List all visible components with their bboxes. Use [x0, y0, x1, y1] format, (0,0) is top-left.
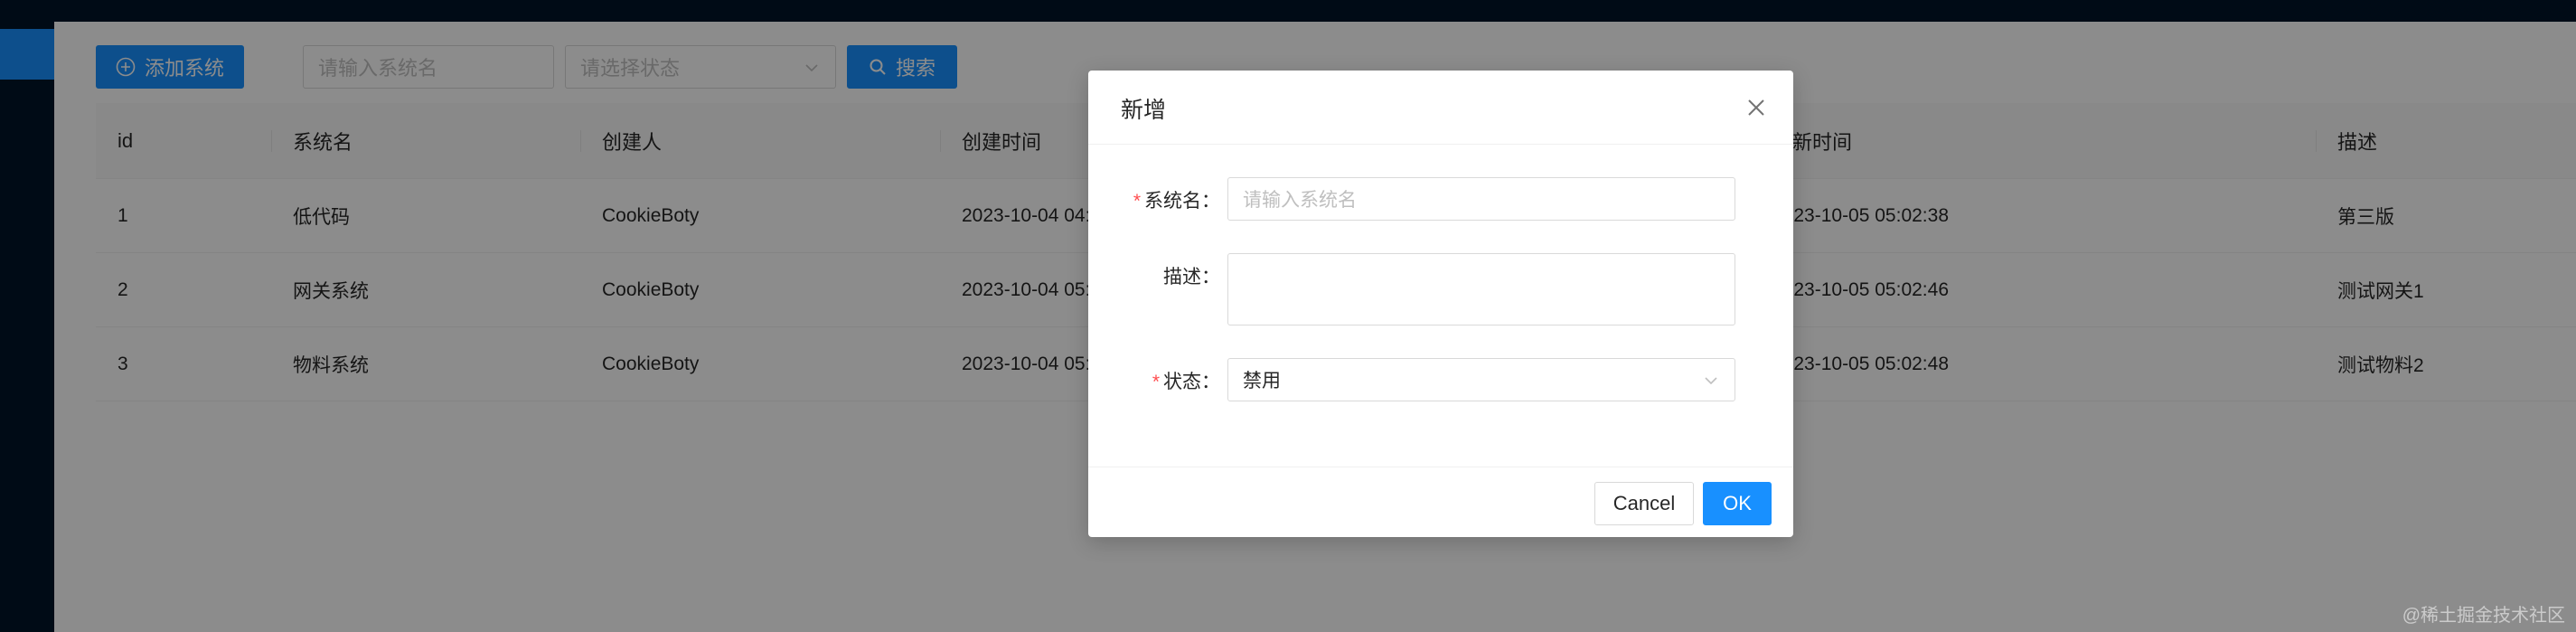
close-icon	[1746, 98, 1766, 118]
add-system-modal: 新增 * 系统名： 请输入系统名 描述： * 状态： 禁用 Cancel OK	[1088, 71, 1793, 537]
cancel-button[interactable]: Cancel	[1594, 482, 1694, 525]
cancel-button-label: Cancel	[1612, 492, 1676, 514]
system-name-label: * 系统名：	[1133, 191, 1220, 212]
modal-title: 新增	[1121, 98, 1167, 123]
close-button[interactable]	[1741, 92, 1772, 123]
status-select[interactable]: 禁用	[1227, 358, 1735, 401]
status-label-text: 状态	[1163, 372, 1201, 392]
modal-footer: Cancel OK	[1088, 467, 1793, 537]
status-label: * 状态：	[1152, 372, 1220, 392]
ok-button[interactable]: OK	[1703, 482, 1772, 525]
status-select-value: 禁用	[1243, 371, 1281, 391]
required-mark: *	[1133, 191, 1141, 212]
ok-button-label: OK	[1723, 492, 1752, 514]
description-label-text: 描述	[1163, 267, 1201, 288]
description-label: 描述：	[1163, 267, 1220, 288]
chevron-down-icon	[1702, 372, 1720, 390]
watermark: @稀土掘金技术社区	[2402, 606, 2565, 626]
system-name-input-placeholder: 请输入系统名	[1243, 190, 1357, 211]
description-textarea[interactable]	[1227, 253, 1735, 325]
system-name-label-text: 系统名	[1144, 191, 1201, 212]
required-mark: *	[1152, 372, 1160, 392]
system-name-input[interactable]: 请输入系统名	[1227, 177, 1735, 221]
modal-header: 新增	[1088, 71, 1793, 145]
